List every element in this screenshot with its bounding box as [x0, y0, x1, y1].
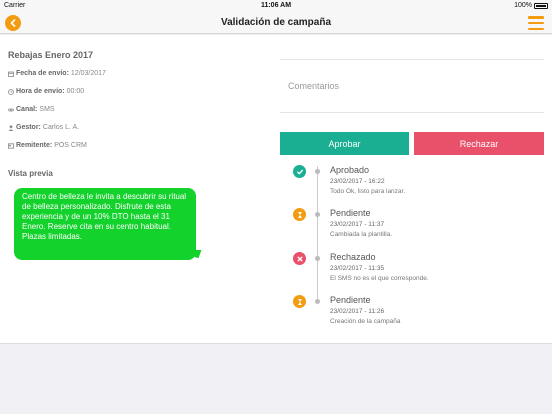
timeline-note: Cambiada la plantilla. [330, 231, 393, 238]
send-time-row: Hora de envío: 00:00 [8, 88, 84, 95]
main-content: Rebajas Enero 2017 Fecha de envío: 12/03… [0, 35, 552, 343]
battery-percent: 100% [514, 2, 532, 9]
battery-icon [534, 2, 548, 9]
hourglass-icon [293, 208, 306, 221]
hourglass-icon [293, 295, 306, 308]
page-title: Validación de campaña [220, 17, 332, 28]
link-icon [8, 108, 14, 111]
battery-indicator: 100% [514, 2, 548, 9]
timeline-dot [315, 169, 320, 174]
timeline-status: Pendiente [330, 208, 371, 218]
timeline-dot [315, 299, 320, 304]
timeline-date: 23/02/2017 - 11:37 [330, 221, 385, 228]
sender-label: Remitente: [16, 142, 53, 149]
timeline-note: Creación de la campaña [330, 318, 401, 325]
menu-button[interactable] [528, 16, 544, 30]
timeline-date: 23/02/2017 - 11:35 [330, 265, 385, 272]
hamburger-menu-icon [528, 16, 544, 19]
manager-row: Gestor: Carlos L. A. [8, 124, 79, 131]
calendar-icon [8, 71, 14, 77]
timeline-status: Aprobado [330, 165, 370, 175]
reject-button[interactable]: Rechazar [414, 132, 544, 155]
timeline-status: Pendiente [330, 295, 371, 305]
approve-button[interactable]: Aprobar [280, 132, 409, 155]
send-time-value: 00:00 [66, 88, 85, 95]
clock-icon [8, 88, 14, 95]
check-circle-icon [293, 165, 306, 178]
comments-bottom-divider [280, 112, 544, 113]
user-icon [8, 124, 14, 131]
channel-value: SMS [39, 106, 55, 113]
send-date-row: Fecha de envío: 12/03/2017 [8, 70, 106, 77]
timeline-line [317, 166, 318, 301]
send-date-label: Fecha de envío: [16, 70, 69, 77]
timeline-dot [315, 256, 320, 261]
navigation-bar: Validación de campaña [0, 12, 552, 34]
id-card-icon [8, 142, 14, 149]
timeline-note: El SMS no es el que corresponde. [330, 275, 429, 282]
status-bar: Carrier 11:06 AM 100% [0, 0, 552, 12]
sms-preview-bubble: Centro de belleza le invita a descubrir … [14, 188, 196, 260]
send-time-label: Hora de envío: [16, 88, 65, 95]
sender-row: Remitente: POS CRM [8, 142, 87, 149]
sender-value: POS CRM [54, 142, 87, 149]
channel-label: Canal: [16, 106, 38, 113]
timeline-dot [315, 212, 320, 217]
clock-label: 11:06 AM [260, 2, 292, 9]
campaign-title: Rebajas Enero 2017 [8, 50, 94, 60]
preview-label: Vista previa [8, 169, 53, 178]
manager-value: Carlos L. A. [42, 124, 80, 131]
manager-label: Gestor: [16, 124, 41, 131]
timeline-date: 23/02/2017 - 16:22 [330, 178, 385, 185]
bottom-empty-area [0, 343, 552, 414]
send-date-value: 12/03/2017 [70, 70, 106, 77]
comments-input[interactable]: Comentarios [288, 81, 339, 91]
x-circle-icon [293, 252, 306, 265]
channel-row: Canal: SMS [8, 106, 55, 113]
comments-top-divider [280, 59, 544, 60]
timeline-date: 23/02/2017 - 11:26 [330, 308, 385, 315]
timeline-status: Rechazado [330, 252, 376, 262]
timeline-note: Todo Ok, listo para lanzar. [330, 188, 406, 195]
